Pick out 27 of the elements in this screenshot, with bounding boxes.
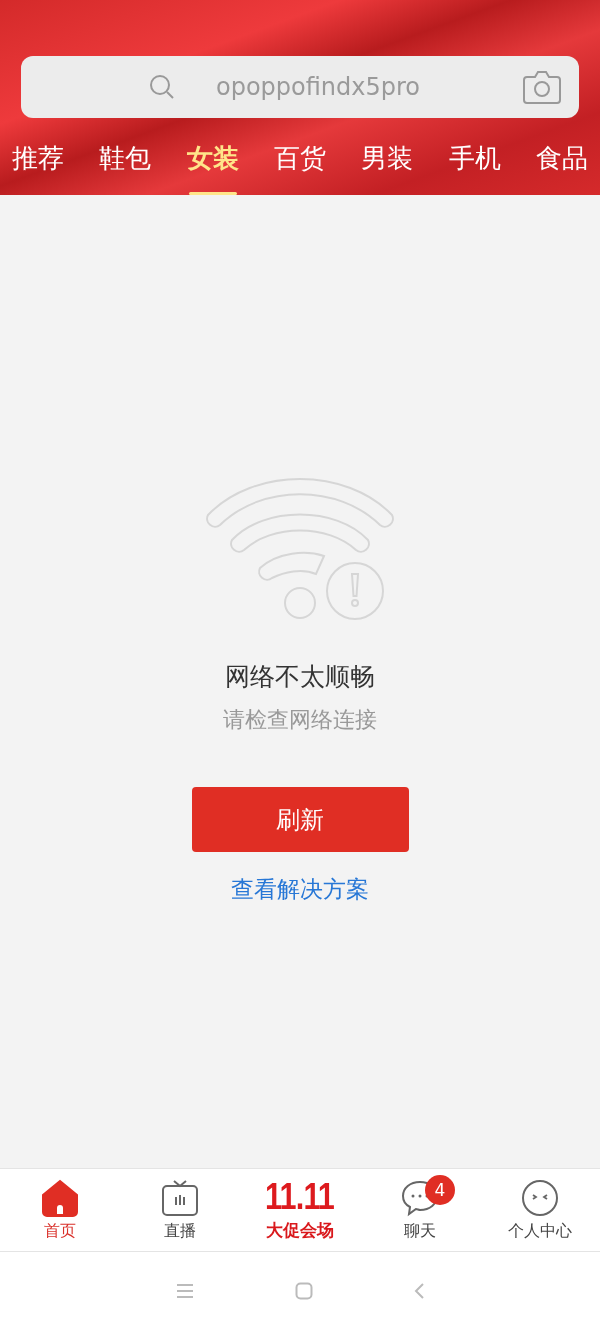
category-tab[interactable]: 女装 [186, 140, 239, 195]
tv-icon [161, 1179, 199, 1217]
category-tab[interactable]: 百货 [274, 140, 326, 195]
nav-item[interactable]: 聊天 4 [360, 1169, 480, 1251]
back-icon[interactable] [413, 1282, 425, 1300]
search-field[interactable]: opoppofindx5pro [21, 56, 579, 118]
category-tab[interactable]: 手机 [448, 140, 501, 195]
nav-item[interactable]: 11.11 大促会场 [240, 1169, 360, 1251]
nav-item[interactable]: 个人中心 [480, 1169, 600, 1251]
solution-link[interactable]: 查看解决方案 [231, 874, 369, 905]
menu-icon[interactable] [175, 1283, 195, 1299]
face-icon [521, 1179, 559, 1217]
error-message: 请检查网络连接 [223, 706, 377, 734]
nav-item[interactable]: 直播 [120, 1169, 240, 1251]
error-title: 网络不太顺畅 [225, 661, 375, 693]
category-tab[interactable]: 推荐 [12, 140, 64, 195]
camera-icon[interactable] [523, 70, 561, 104]
home-icon [41, 1179, 79, 1217]
category-tab[interactable]: 食品 [535, 140, 588, 195]
nav-item[interactable]: 首页 [0, 1169, 120, 1251]
search-icon [149, 74, 175, 100]
unread-badge: 4 [425, 1175, 455, 1205]
promo-logo: 11.11 [265, 1179, 335, 1215]
category-tab[interactable]: 男装 [361, 140, 414, 195]
category-tab[interactable]: 鞋包 [99, 140, 152, 195]
refresh-button[interactable]: 刷新 [191, 787, 409, 852]
home-square-icon[interactable] [295, 1282, 313, 1300]
